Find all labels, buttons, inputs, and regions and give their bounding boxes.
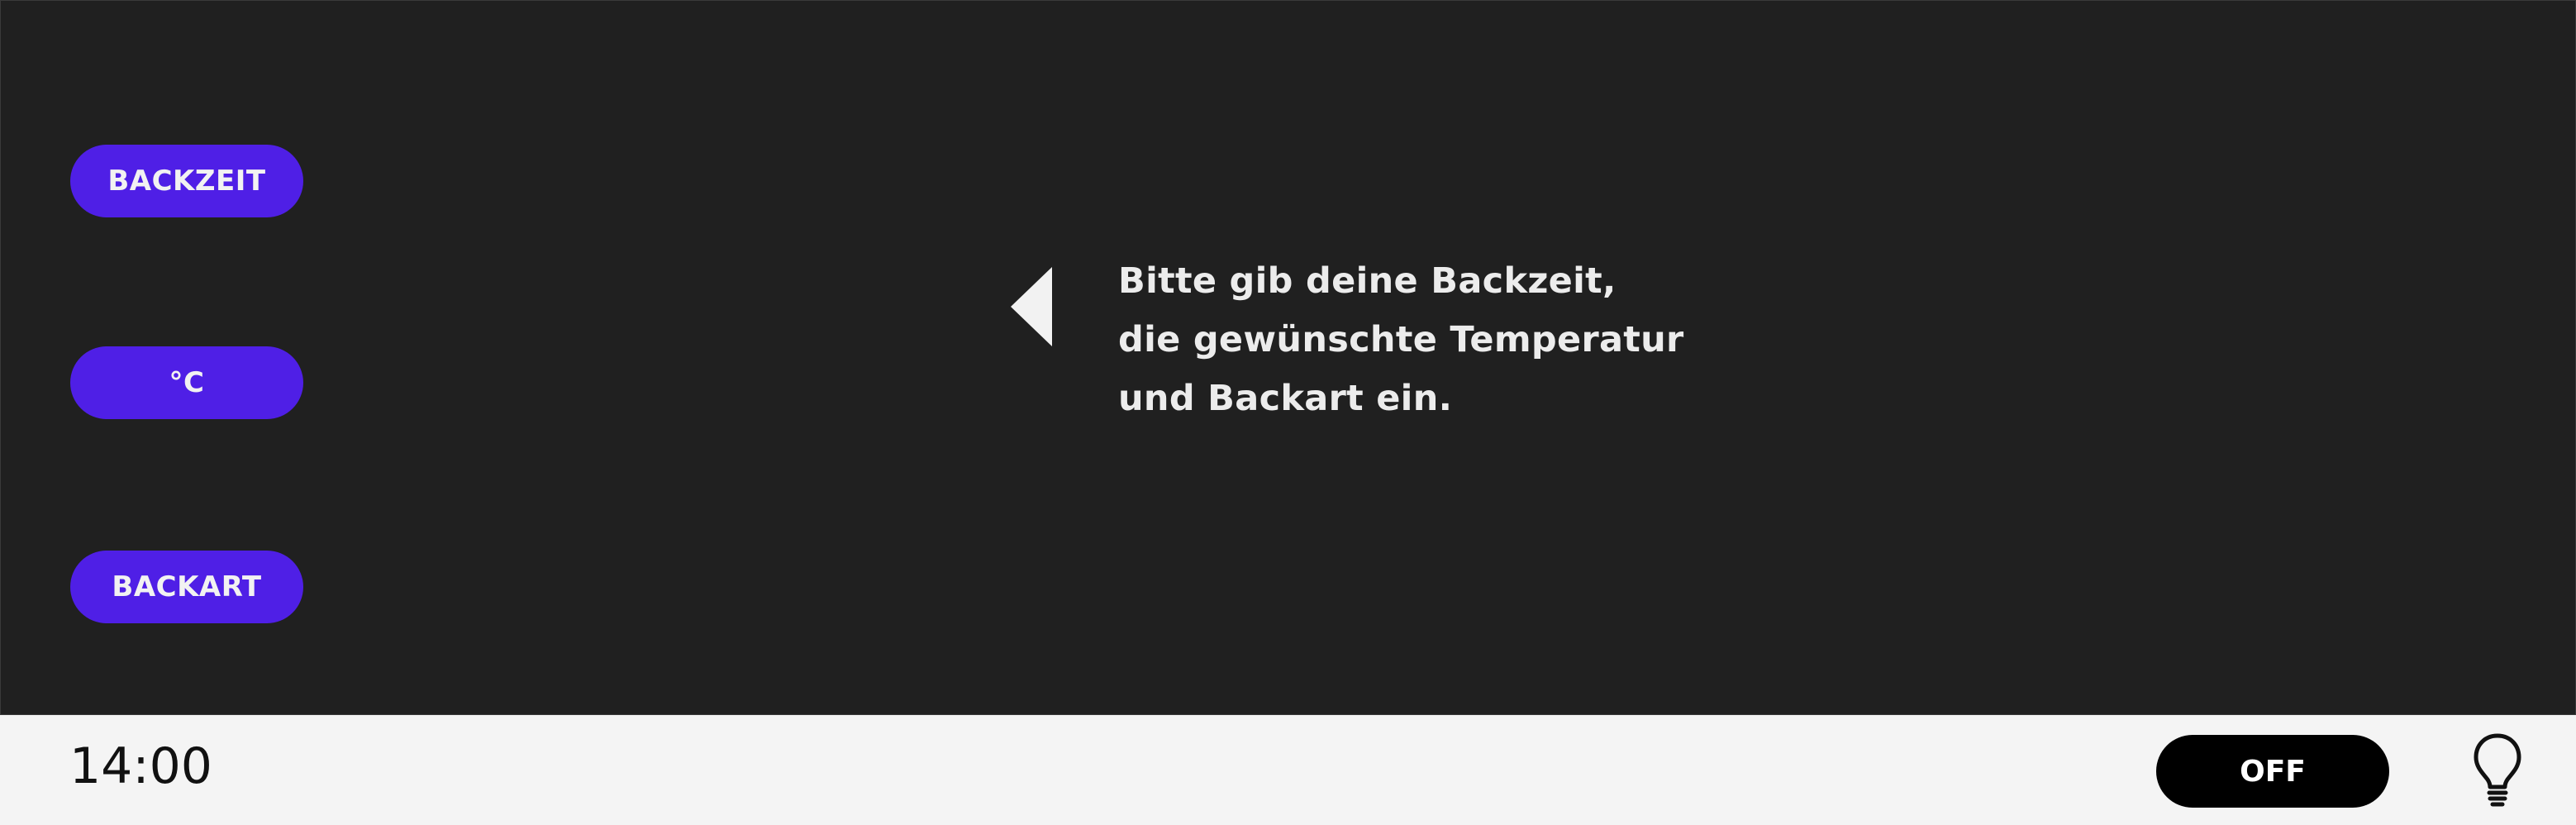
power-off-button[interactable]: OFF — [2156, 735, 2389, 808]
instruction-line-2: die gewünschte Temperatur — [1118, 319, 1684, 360]
instruction-line-3: und Backart ein. — [1118, 378, 1453, 419]
backzeit-button[interactable]: BACKZEIT — [70, 145, 303, 217]
temperature-button-label: °C — [169, 366, 205, 399]
backzeit-button-label: BACKZEIT — [107, 165, 266, 198]
instruction-text: Bitte gib deine Backzeit, die gewünschte… — [1118, 252, 1862, 428]
instruction-line-1: Bitte gib deine Backzeit, — [1118, 260, 1617, 302]
temperature-button[interactable]: °C — [70, 346, 303, 419]
status-bar: 14:00 OFF — [0, 715, 2576, 825]
backart-button[interactable]: BACKART — [70, 551, 303, 623]
backart-button-label: BACKART — [112, 570, 262, 603]
triangle-left-icon — [1011, 267, 1052, 346]
clock-display: 14:00 — [69, 737, 212, 795]
oven-screen: BACKZEIT °C BACKART Bitte gib deine Back… — [0, 0, 2576, 825]
lightbulb-icon[interactable] — [2471, 732, 2524, 809]
main-panel: BACKZEIT °C BACKART Bitte gib deine Back… — [0, 0, 2576, 715]
power-off-label: OFF — [2240, 754, 2306, 789]
